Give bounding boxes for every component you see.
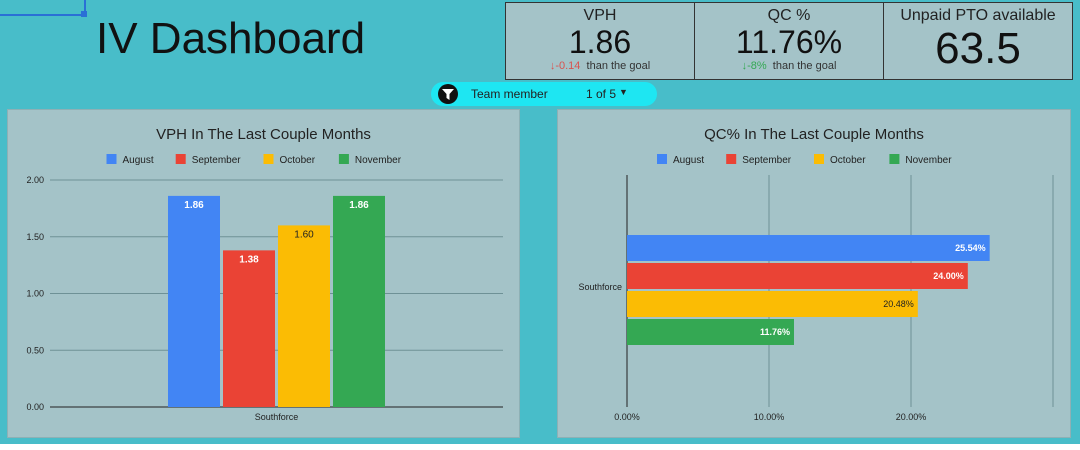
kpi-vph-delta-value: -0.14 <box>555 60 581 72</box>
kpi-pto: Unpaid PTO available 63.5 <box>884 3 1072 79</box>
legend-label-august: August <box>123 155 154 166</box>
kpi-row: VPH 1.86 ↓-0.14 than the goal QC % 11.76… <box>505 2 1073 80</box>
legend-swatch-august <box>106 154 117 164</box>
legend-swatch-september <box>726 154 737 164</box>
legend-label-october: October <box>830 155 866 166</box>
kpi-pto-value: 63.5 <box>935 24 1021 73</box>
legend-swatch-november <box>889 154 900 164</box>
y-tick-label: 1.00 <box>26 289 44 299</box>
y-tick-label: 2.00 <box>26 175 44 185</box>
kpi-vph-delta: ↓-0.14 than the goal <box>506 60 694 72</box>
qc-chart: QC% In The Last Couple Months August Septe… <box>578 126 1054 422</box>
legend-swatch-august <box>657 154 667 164</box>
kpi-qc: QC % 11.76% ↓-8% than the goal <box>695 3 884 79</box>
qc-chart-panel: QC% In The Last Couple Months August Septe… <box>557 109 1071 438</box>
x-category-label: Southforce <box>255 412 299 422</box>
chart-title: VPH In The Last Couple Months <box>156 126 371 143</box>
bar-october <box>627 291 918 317</box>
filter-value[interactable]: 1 of 5 <box>586 87 616 101</box>
vph-chart: VPH In The Last Couple Months August Septe… <box>26 126 503 422</box>
kpi-pto-label: Unpaid PTO available <box>900 7 1056 24</box>
kpi-qc-value: 11.76% <box>735 24 843 60</box>
y-tick-label: 0.00 <box>26 402 44 412</box>
legend-swatch-november <box>338 154 349 164</box>
bar-november <box>333 195 385 407</box>
cell-selection-outline[interactable] <box>0 0 86 16</box>
kpi-vph-value: 1.86 <box>568 24 632 60</box>
caret-down-icon[interactable]: ▼ <box>619 87 628 97</box>
bar-september <box>223 250 275 407</box>
bar-august <box>168 195 220 407</box>
kpi-qc-delta-text: than the goal <box>772 60 837 72</box>
data-label: 25.54% <box>955 243 986 253</box>
x-tick-label: 10.00% <box>754 412 785 422</box>
y-tick-label: 0.50 <box>26 345 44 355</box>
sheet-footer-strip <box>0 444 1080 450</box>
x-tick-label: 20.00% <box>896 412 927 422</box>
kpi-vph-delta-text: than the goal <box>586 60 651 72</box>
team-member-filter[interactable]: Team member 1 of 5 ▼ <box>431 82 657 106</box>
dashboard-title: IV Dashboard <box>96 14 366 63</box>
legend-label-august: August <box>673 155 704 166</box>
y-tick-label: 1.50 <box>26 232 44 242</box>
data-label: 1.86 <box>349 200 369 211</box>
legend-swatch-october <box>263 154 274 164</box>
cell-selection-handle[interactable] <box>81 11 87 17</box>
kpi-vph: VPH 1.86 ↓-0.14 than the goal <box>506 3 695 79</box>
filter-label: Team member <box>471 87 548 101</box>
data-label: 20.48% <box>883 299 914 309</box>
data-label: 1.86 <box>184 200 204 211</box>
y-category-label: Southforce <box>578 282 622 292</box>
vph-chart-panel: VPH In The Last Couple Months August Septe… <box>7 109 520 438</box>
filter-icon[interactable] <box>438 84 458 104</box>
legend-label-october: October <box>280 155 316 166</box>
chart-title: QC% In The Last Couple Months <box>704 126 924 143</box>
kpi-vph-label: VPH <box>583 7 617 24</box>
data-label: 11.76% <box>760 327 790 337</box>
kpi-qc-delta-value: -8% <box>747 60 767 72</box>
bar-october <box>278 225 330 407</box>
x-tick-label: 0.00% <box>614 412 640 422</box>
legend-label-november: November <box>905 155 952 166</box>
legend-swatch-september <box>175 154 186 164</box>
legend-label-september: September <box>742 155 792 166</box>
data-label: 24.00% <box>933 271 964 281</box>
legend-label-september: September <box>192 155 242 166</box>
legend-label-november: November <box>355 155 402 166</box>
data-label: 1.60 <box>294 229 314 240</box>
kpi-qc-label: QC % <box>767 7 811 24</box>
bar-august <box>627 235 990 261</box>
bar-september <box>627 263 968 289</box>
data-label: 1.38 <box>239 254 259 265</box>
kpi-qc-delta: ↓-8% than the goal <box>695 60 883 72</box>
legend-swatch-october <box>814 154 824 164</box>
